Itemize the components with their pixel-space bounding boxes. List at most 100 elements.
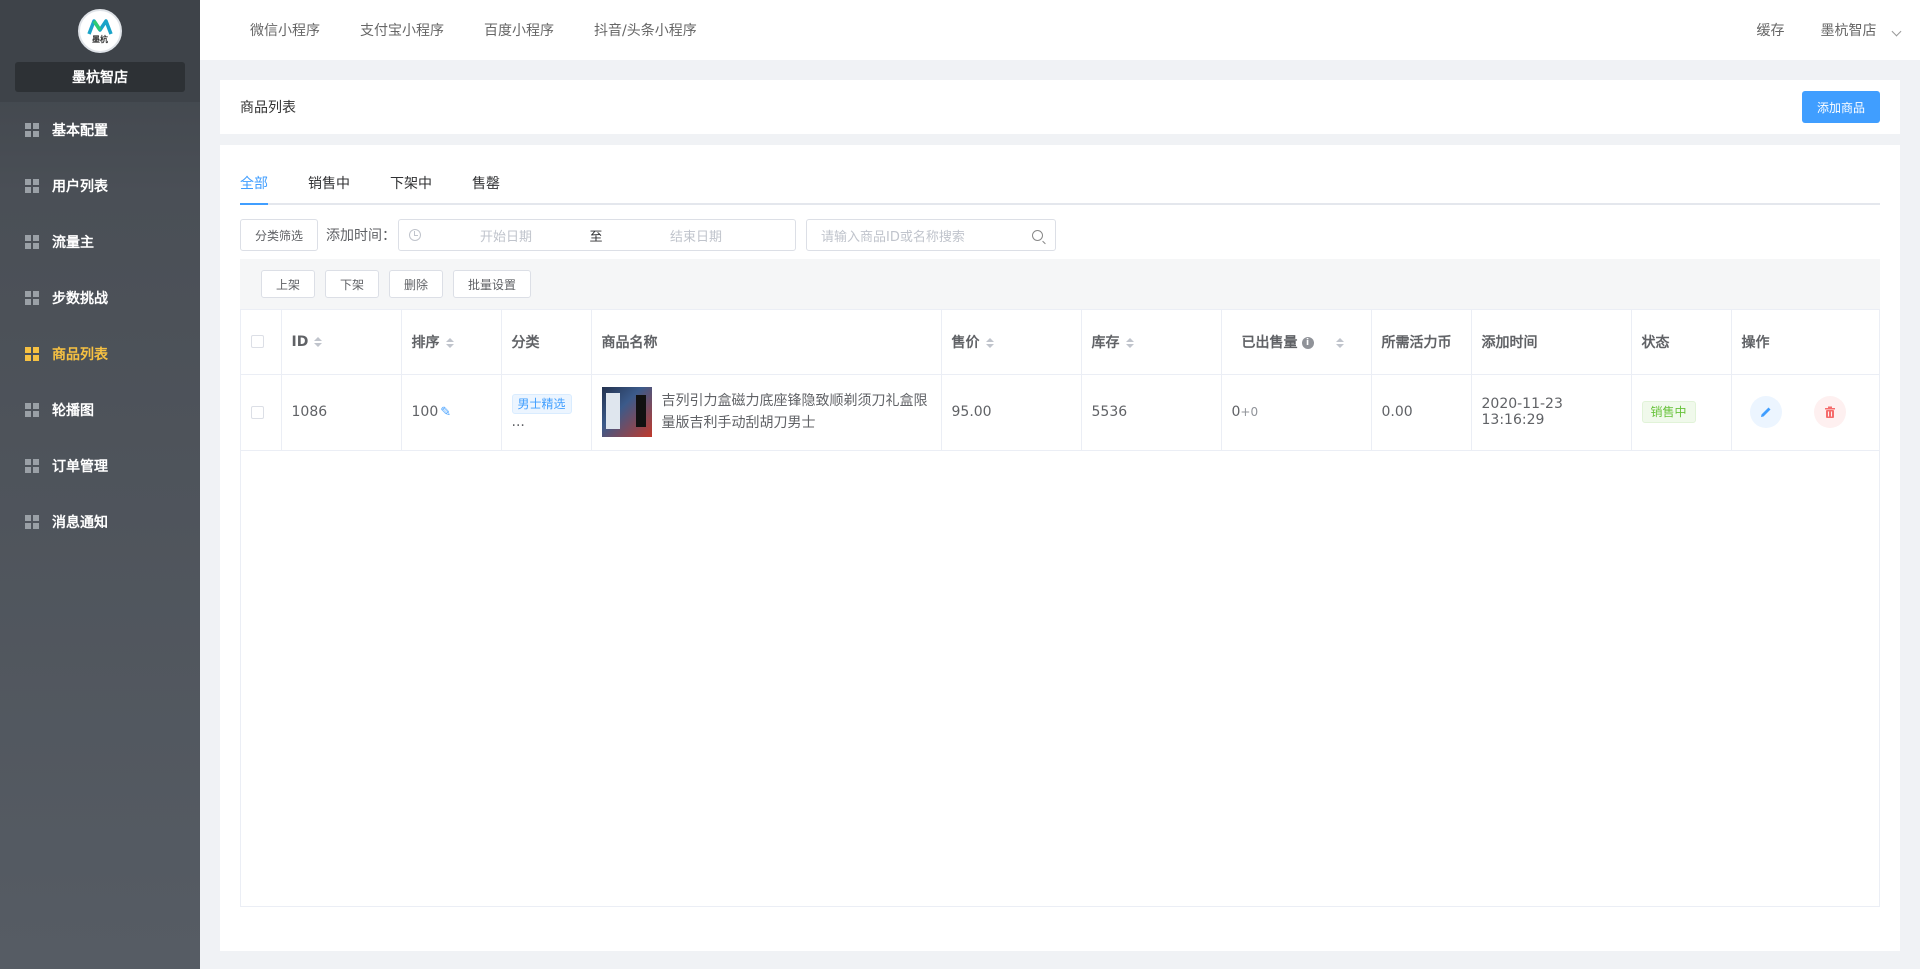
cell-sort: 100 ✎ <box>401 374 502 451</box>
category-more: ... <box>511 414 525 430</box>
sidebar-item-label: 步数挑战 <box>52 291 108 307</box>
category-tag: 男士精选 <box>511 394 572 414</box>
product-list-panel: 全部 销售中 下架中 售罄 分类筛选 添加时间： 开始日期 至 结束日期 请输入… <box>220 145 1900 951</box>
sidebar-item-traffic-owner[interactable]: 流量主 <box>0 214 200 270</box>
tab-all[interactable]: 全部 <box>240 173 268 205</box>
sidebar-item-label: 消息通知 <box>52 515 108 531</box>
nav-baidu-miniprogram[interactable]: 百度小程序 <box>484 20 554 40</box>
unpublish-button[interactable]: 下架 <box>325 270 380 298</box>
user-name: 墨杭智店 <box>1820 23 1877 39</box>
add-product-button[interactable]: 添加商品 <box>1801 91 1880 123</box>
delete-row-button[interactable] <box>1813 396 1846 428</box>
sort-icon[interactable] <box>1125 337 1134 348</box>
sidebar-item-label: 订单管理 <box>52 459 108 475</box>
status-badge: 销售中 <box>1641 401 1696 423</box>
sort-icon[interactable] <box>985 337 994 348</box>
pencil-icon[interactable]: ✎ <box>440 405 451 420</box>
logo-text: 墨杭 <box>92 35 108 44</box>
cell-category: 男士精选 ... <box>501 374 592 451</box>
cell-created: 2020-11-23 13:16:29 <box>1471 374 1632 451</box>
sidebar-item-label: 基本配置 <box>52 123 108 139</box>
row-checkbox[interactable] <box>251 405 264 419</box>
category-filter-button[interactable]: 分类筛选 <box>240 219 319 251</box>
column-sold[interactable]: 已出售量 i <box>1221 310 1372 375</box>
cache-link[interactable]: 缓存 <box>1757 20 1785 40</box>
cell-product: 吉列引力盒磁力底座锋隐致顺剃须刀礼盒限量版吉利手动刮胡刀男士 <box>591 374 942 451</box>
filter-bar: 分类筛选 添加时间： 开始日期 至 结束日期 请输入商品ID或名称搜索 <box>240 219 1880 251</box>
sidebar-item-user-list[interactable]: 用户列表 <box>0 158 200 214</box>
publish-button[interactable]: 上架 <box>261 270 316 298</box>
sidebar-item-product-list[interactable]: 商品列表 <box>0 326 200 382</box>
sort-icon[interactable] <box>314 336 323 347</box>
logo-area: 墨杭 墨杭智店 <box>0 0 200 102</box>
top-bar: 微信小程序 支付宝小程序 百度小程序 抖音/头条小程序 缓存 墨杭智店 <box>200 0 1920 60</box>
column-price[interactable]: 售价 <box>941 310 1082 375</box>
grid-icon <box>25 459 39 473</box>
column-sort[interactable]: 排序 <box>401 310 502 375</box>
table-header-row: ID 排序 分类 商品名称 售价 库存 已出售量 i 所需活力币 添加时间 状态 … <box>241 310 1879 375</box>
tab-sold-out[interactable]: 售罄 <box>472 173 500 203</box>
search-input[interactable]: 请输入商品ID或名称搜索 <box>806 219 1057 251</box>
select-all-checkbox[interactable] <box>251 335 264 349</box>
sidebar-item-notifications[interactable]: 消息通知 <box>0 494 200 550</box>
column-status: 状态 <box>1631 310 1732 375</box>
store-name: 墨杭智店 <box>15 62 185 92</box>
product-name: 吉列引力盒磁力底座锋隐致顺剃须刀礼盒限量版吉利手动刮胡刀男士 <box>661 393 928 431</box>
trash-icon <box>1824 406 1835 418</box>
cell-id: 1086 <box>281 374 402 451</box>
cell-sold: 0+0 <box>1221 374 1372 451</box>
grid-icon <box>25 123 39 137</box>
logo: 墨杭 <box>78 9 122 53</box>
cell-coins: 0.00 <box>1371 374 1472 451</box>
clock-icon <box>409 229 422 241</box>
nav-wechat-miniprogram[interactable]: 微信小程序 <box>250 20 320 40</box>
search-icon[interactable] <box>1032 229 1044 241</box>
top-right: 缓存 墨杭智店 <box>1721 20 1902 40</box>
column-id[interactable]: ID <box>281 310 402 375</box>
sort-icon[interactable] <box>1335 337 1344 348</box>
column-coins: 所需活力币 <box>1371 310 1472 375</box>
nav-douyin-miniprogram[interactable]: 抖音/头条小程序 <box>594 20 697 40</box>
date-range-picker[interactable]: 开始日期 至 结束日期 <box>398 219 797 251</box>
nav-alipay-miniprogram[interactable]: 支付宝小程序 <box>360 20 444 40</box>
tab-off-shelf[interactable]: 下架中 <box>390 173 432 203</box>
cell-actions <box>1731 374 1879 451</box>
grid-icon <box>25 515 39 529</box>
sort-icon[interactable] <box>445 337 454 348</box>
product-table: ID 排序 分类 商品名称 售价 库存 已出售量 i 所需活力币 添加时间 状态 … <box>240 309 1880 907</box>
delete-button[interactable]: 删除 <box>389 270 444 298</box>
date-separator: 至 <box>589 229 603 245</box>
column-category: 分类 <box>501 310 592 375</box>
sidebar-item-basic-config[interactable]: 基本配置 <box>0 102 200 158</box>
batch-settings-button[interactable]: 批量设置 <box>453 270 532 298</box>
chevron-down-icon <box>1891 26 1902 37</box>
edit-button[interactable] <box>1749 396 1782 428</box>
platform-nav: 微信小程序 支付宝小程序 百度小程序 抖音/头条小程序 <box>250 20 737 40</box>
grid-icon <box>25 179 39 193</box>
status-tabs: 全部 销售中 下架中 售罄 <box>240 145 1880 205</box>
sidebar-item-order-management[interactable]: 订单管理 <box>0 438 200 494</box>
column-product-name: 商品名称 <box>591 310 942 375</box>
sidebar-item-label: 用户列表 <box>52 179 108 195</box>
sidebar-item-step-challenge[interactable]: 步数挑战 <box>0 270 200 326</box>
sidebar-item-carousel[interactable]: 轮播图 <box>0 382 200 438</box>
user-menu[interactable]: 墨杭智店 <box>1820 20 1902 40</box>
sidebar-menu: 基本配置 用户列表 流量主 步数挑战 商品列表 轮播图 订单管理 消息通知 <box>0 102 200 550</box>
tab-on-sale[interactable]: 销售中 <box>308 173 350 203</box>
sidebar-item-label: 轮播图 <box>52 403 94 419</box>
date-label: 添加时间： <box>326 228 397 244</box>
start-date-input[interactable]: 开始日期 <box>431 226 581 245</box>
pencil-icon <box>1760 407 1770 417</box>
search-placeholder: 请输入商品ID或名称搜索 <box>821 229 965 245</box>
cell-price: 95.00 <box>941 374 1082 451</box>
sidebar-item-label: 流量主 <box>52 235 94 251</box>
bulk-actions-toolbar: 上架 下架 删除 批量设置 <box>240 259 1880 309</box>
end-date-input[interactable]: 结束日期 <box>621 226 771 245</box>
info-icon[interactable]: i <box>1301 336 1314 349</box>
column-stock[interactable]: 库存 <box>1081 310 1222 375</box>
page-title: 商品列表 <box>240 100 296 116</box>
grid-icon <box>25 403 39 417</box>
logo-mark-icon <box>87 19 113 35</box>
cell-status: 销售中 <box>1631 374 1732 451</box>
grid-icon <box>25 235 39 249</box>
